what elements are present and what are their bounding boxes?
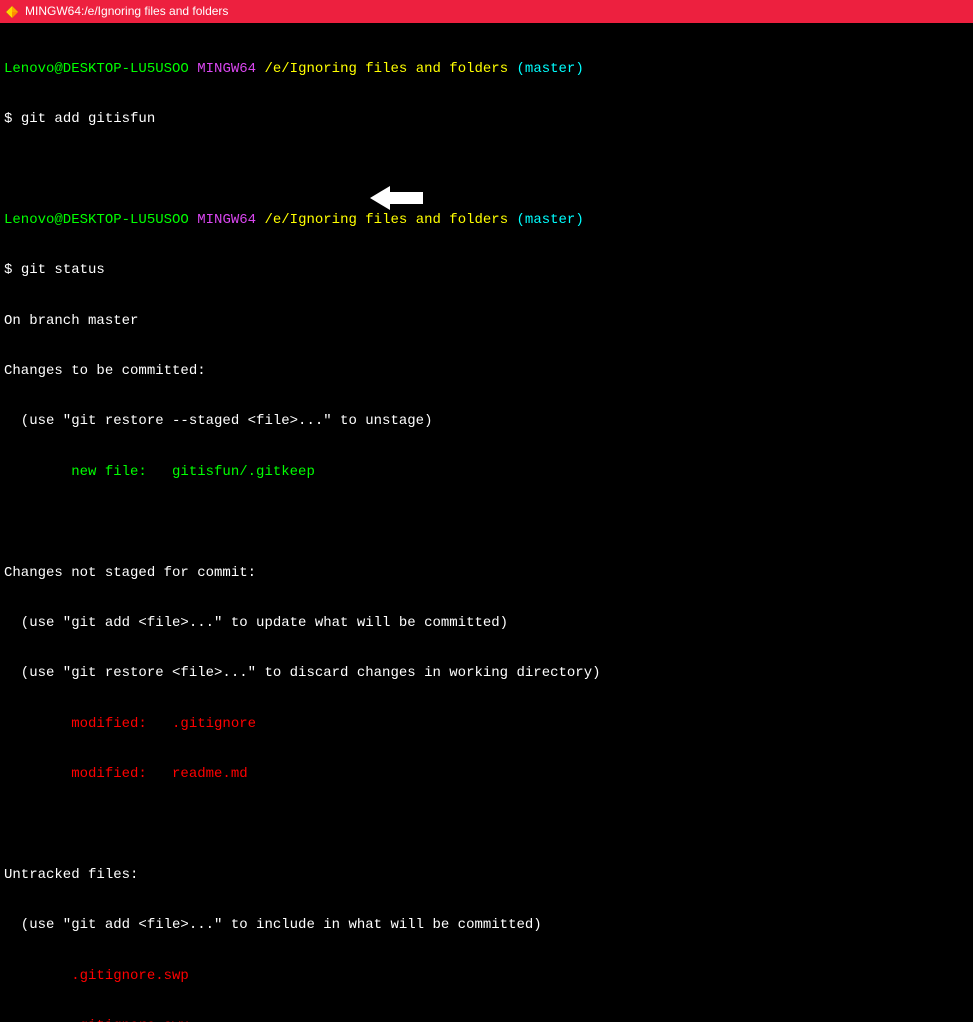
mingw-label: MINGW64	[197, 61, 256, 77]
status-hint: (use "git restore --staged <file>..." to…	[4, 413, 969, 430]
path-label: /e/Ignoring files and folders	[264, 212, 508, 228]
terminal-area[interactable]: Lenovo@DESKTOP-LU5USOO MINGW64 /e/Ignori…	[0, 23, 973, 1022]
prompt-line: Lenovo@DESKTOP-LU5USOO MINGW64 /e/Ignori…	[4, 212, 969, 229]
path-label: /e/Ignoring files and folders	[264, 61, 508, 77]
command-line: $ git status	[4, 262, 969, 279]
mingw-icon	[5, 5, 19, 19]
blank-line	[4, 161, 969, 178]
user-host: Lenovo@DESKTOP-LU5USOO	[4, 212, 189, 228]
blank-line	[4, 514, 969, 531]
prompt-line: Lenovo@DESKTOP-LU5USOO MINGW64 /e/Ignori…	[4, 61, 969, 78]
modified-line: modified: readme.md	[4, 766, 969, 783]
blank-line	[4, 816, 969, 833]
titlebar[interactable]: MINGW64:/e/Ignoring files and folders	[0, 0, 973, 23]
mingw-label: MINGW64	[197, 212, 256, 228]
modified-line: modified: .gitignore	[4, 716, 969, 733]
untracked-line: .gitignore.swx	[4, 1018, 969, 1022]
status-line: Changes not staged for commit:	[4, 565, 969, 582]
prompt-sign: $	[4, 111, 21, 127]
titlebar-text: MINGW64:/e/Ignoring files and folders	[25, 4, 228, 18]
status-hint: (use "git add <file>..." to include in w…	[4, 917, 969, 934]
status-line: Changes to be committed:	[4, 363, 969, 380]
status-hint: (use "git add <file>..." to update what …	[4, 615, 969, 632]
status-hint: (use "git restore <file>..." to discard …	[4, 665, 969, 682]
untracked-line: .gitignore.swp	[4, 968, 969, 985]
status-line: On branch master	[4, 313, 969, 330]
command-line: $ git add gitisfun	[4, 111, 969, 128]
arrow-icon	[370, 183, 425, 213]
command-text: git add gitisfun	[21, 111, 155, 127]
branch-label: (master)	[517, 61, 584, 77]
new-file-line: new file: gitisfun/.gitkeep	[4, 464, 969, 481]
prompt-sign: $	[4, 262, 21, 278]
user-host: Lenovo@DESKTOP-LU5USOO	[4, 61, 189, 77]
command-text: git status	[21, 262, 105, 278]
branch-label: (master)	[517, 212, 584, 228]
status-line: Untracked files:	[4, 867, 969, 884]
